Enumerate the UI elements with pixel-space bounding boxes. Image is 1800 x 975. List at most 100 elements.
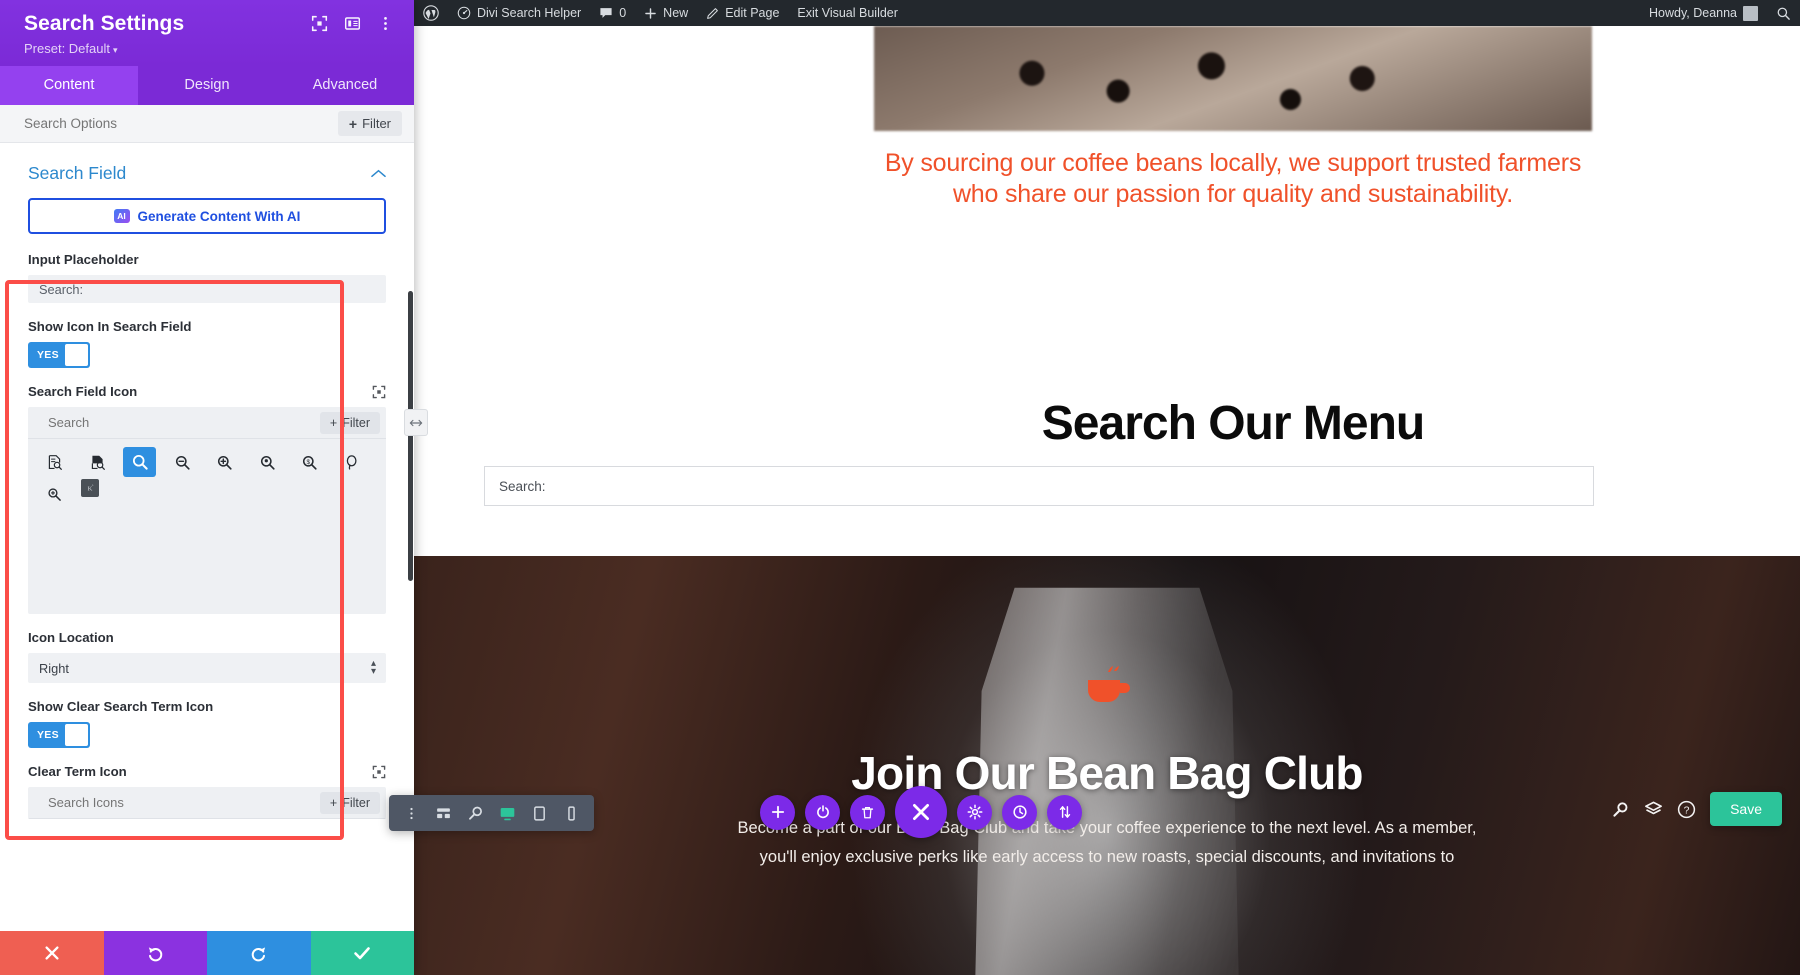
admin-bar-exit-visual-builder[interactable]: Exit Visual Builder [788,0,907,26]
tab-design[interactable]: Design [138,66,276,106]
settings-button[interactable] [957,794,992,830]
icon-option-document-search-icon[interactable] [38,447,71,477]
admin-bar-site-name[interactable]: Divi Search Helper [448,0,590,26]
divi-right-controls: ? Save [1611,792,1782,826]
clear-icon-picker-search-input[interactable] [48,795,320,811]
icon-option-file-search-icon[interactable] [81,447,114,477]
delete-button[interactable] [850,794,885,830]
section-title: Search Field [28,163,127,184]
clear-term-icon-block: Clear Term Icon Search Icons + Filter [28,764,386,820]
icon-option-location-search-icon[interactable] [251,447,284,477]
chevron-down-icon: ▾ [113,45,118,56]
wordpress-logo-button[interactable] [414,0,448,26]
close-icon [913,804,929,820]
panel-scrollbar[interactable] [408,291,413,582]
admin-bar-new[interactable]: New [635,0,697,26]
add-module-button[interactable] [760,794,795,830]
chevron-up-icon[interactable] [371,165,386,182]
admin-bar-edit-page[interactable]: Edit Page [697,0,788,26]
icon-location-select[interactable]: Right [28,653,386,684]
options-search-row: + Filter [0,105,414,144]
wireframe-view-icon[interactable] [429,799,458,827]
input-placeholder-input[interactable] [28,275,386,304]
show-icon-toggle-value: YES [37,349,59,362]
show-icon-in-search-field-block: Show Icon In Search Field YES [28,319,386,369]
redo-icon [252,946,266,961]
show-icon-toggle[interactable]: YES [28,342,90,369]
trash-icon [861,806,874,818]
wordpress-admin-bar: Divi Search Helper 0 New Edit Page Exit … [414,0,1800,26]
history-button[interactable] [1002,794,1037,830]
save-changes-button[interactable] [310,931,414,975]
close-icon [45,946,59,960]
search-settings-panel: Search Settings Preset: Default ▾ Conten… [0,0,414,975]
clear-term-icon-picker: + Filter [28,787,386,820]
icon-option-dollar-search-icon[interactable]: $ [293,447,326,477]
show-clear-term-label: Show Clear Search Term Icon [28,699,214,715]
responsive-toggle-icon[interactable] [372,765,386,779]
generate-content-with-ai-button[interactable]: AI Generate Content With AI [28,198,386,235]
icon-option-magnifier-small-icon[interactable] [38,479,71,509]
responsive-preview-icon[interactable] [311,15,328,32]
check-icon [354,947,371,960]
icon-picker-filter-button[interactable]: + Filter [319,411,380,434]
plus-icon: + [329,415,338,430]
edit-page-label: Edit Page [725,6,780,20]
divi-view-toolbar [389,795,594,831]
screen-root: By sourcing our coffee beans locally, we… [0,0,1800,975]
sort-icon [1059,806,1070,818]
search-our-menu-heading: Search Our Menu [1041,397,1425,450]
panel-resize-handle[interactable] [404,409,428,436]
sort-button[interactable] [1047,794,1082,830]
plus-icon: + [329,795,338,810]
close-builder-button[interactable] [895,786,947,838]
tab-content[interactable]: Content [0,66,138,106]
phone-view-icon[interactable] [557,799,586,827]
avatar [1743,5,1758,21]
panel-header-icons [311,12,394,32]
page-search-input[interactable]: Search: [484,466,1594,506]
icon-picker-search-input[interactable] [48,415,320,431]
clear-icon-picker-search-row: + Filter [28,787,386,820]
layers-view-icon[interactable] [1644,800,1663,819]
preset-selector[interactable]: Preset: Default ▾ [24,41,184,56]
admin-bar-account[interactable]: Howdy, Deanna [1640,0,1767,26]
tablet-view-icon[interactable] [525,799,554,827]
toolbar-more-icon[interactable] [397,799,426,827]
icon-option-magnifier-outline-icon[interactable] [336,447,369,477]
plus-icon [645,7,656,19]
page-canvas: By sourcing our coffee beans locally, we… [414,26,1800,975]
icon-option-keyboard-key-icon[interactable]: K ° [80,479,99,498]
icon-grid: $ K ° [28,439,386,614]
redo-button[interactable] [207,931,311,975]
search-field-section-header[interactable]: Search Field [0,143,414,198]
admin-bar-comments[interactable]: 0 [590,0,635,26]
layout-columns-icon[interactable] [344,15,361,32]
power-icon [816,805,829,819]
icon-location-label: Icon Location [28,630,114,646]
icon-option-zoom-out-icon[interactable] [166,447,199,477]
icon-option-magnifier-icon[interactable] [123,447,156,478]
toggle-builder-button[interactable] [805,794,840,830]
bean-bag-club-section: Join Our Bean Bag Club Become a part of … [414,556,1800,975]
settings-scroll-area[interactable]: Search Field AI Generate Content With AI… [0,143,414,931]
help-icon[interactable]: ? [1677,800,1696,819]
admin-bar-search-button[interactable] [1767,0,1800,26]
show-clear-term-toggle-value: YES [37,729,59,742]
gear-icon [967,804,982,820]
options-search-input[interactable] [24,105,338,143]
desktop-view-icon[interactable] [493,799,522,827]
options-filter-button[interactable]: + Filter [337,111,402,137]
undo-button[interactable] [103,931,207,975]
responsive-toggle-icon[interactable] [372,385,386,399]
cancel-button[interactable] [0,931,104,975]
search-tool-icon[interactable] [1611,800,1630,819]
save-page-button[interactable]: Save [1710,792,1782,826]
clear-icon-filter-label: Filter [342,795,370,810]
clear-icon-picker-filter-button[interactable]: + Filter [319,791,380,814]
icon-option-zoom-in-icon[interactable] [208,447,241,477]
more-options-icon[interactable] [377,15,394,32]
tab-advanced[interactable]: Advanced [276,66,414,106]
show-clear-term-toggle[interactable]: YES [28,722,90,749]
zoom-view-icon[interactable] [461,799,490,827]
